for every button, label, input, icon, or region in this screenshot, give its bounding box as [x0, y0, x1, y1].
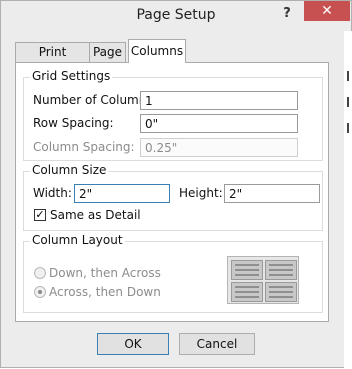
- tab-columns[interactable]: Columns: [128, 39, 186, 63]
- dialog-title: Page Setup: [136, 7, 216, 23]
- down-then-across-label: Down, then Across: [49, 266, 161, 280]
- background-window-edge: [344, 31, 352, 369]
- column-layout-preview-icon: [227, 256, 299, 304]
- width-label: Width:: [33, 186, 72, 200]
- same-as-detail-checkbox[interactable]: ✓: [34, 209, 46, 221]
- across-then-down-label: Across, then Down: [49, 285, 161, 299]
- background-mark: [347, 71, 349, 81]
- preview-page: [265, 260, 297, 280]
- title-bar: Page Setup ? ✕: [1, 1, 351, 31]
- column-spacing-input[interactable]: [140, 138, 298, 157]
- preview-page: [231, 260, 263, 280]
- grid-settings-group: Grid Settings Number of Columns: Row Spa…: [23, 69, 323, 161]
- close-button[interactable]: ✕: [304, 1, 350, 21]
- same-as-detail-label: Same as Detail: [50, 208, 141, 222]
- number-of-columns-label: Number of Columns:: [33, 93, 157, 107]
- preview-page: [231, 282, 263, 302]
- down-then-across-radio[interactable]: [34, 267, 46, 279]
- column-layout-title: Column Layout: [30, 233, 125, 247]
- background-mark: [347, 123, 349, 133]
- grid-settings-title: Grid Settings: [30, 69, 113, 83]
- background-mark: [347, 97, 349, 107]
- page-setup-dialog: Page Setup ? ✕ Print Options Page Column…: [0, 0, 352, 369]
- column-size-group: Column Size Width: Height: ✓ Same as Det…: [23, 163, 323, 231]
- row-spacing-label: Row Spacing:: [33, 116, 114, 130]
- columns-tab-panel: Grid Settings Number of Columns: Row Spa…: [15, 62, 329, 322]
- help-button[interactable]: ?: [279, 6, 295, 24]
- tab-print-options[interactable]: Print Options: [15, 42, 90, 77]
- tab-page[interactable]: Page: [89, 42, 126, 62]
- column-size-title: Column Size: [30, 163, 109, 177]
- number-of-columns-input[interactable]: [140, 91, 298, 110]
- height-input[interactable]: [224, 184, 320, 203]
- column-spacing-label: Column Spacing:: [33, 140, 135, 154]
- width-input[interactable]: [74, 184, 170, 203]
- ok-button[interactable]: OK: [97, 333, 169, 355]
- row-spacing-input[interactable]: [140, 114, 298, 133]
- preview-page: [265, 282, 297, 302]
- cancel-button[interactable]: Cancel: [179, 333, 255, 355]
- column-layout-group: Column Layout Down, then Across Across, …: [23, 233, 323, 313]
- height-label: Height:: [179, 186, 223, 200]
- across-then-down-radio[interactable]: [34, 286, 46, 298]
